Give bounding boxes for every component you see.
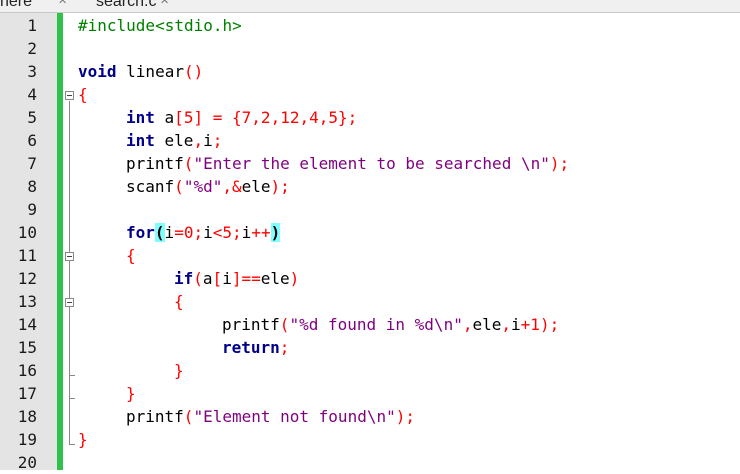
code-line-6[interactable]: int ele,i; — [126, 129, 222, 152]
code-line-15[interactable]: return; — [222, 336, 289, 359]
line-number: 10 — [17, 223, 37, 242]
line-number: 14 — [17, 315, 37, 334]
line-number: 11 — [17, 246, 37, 265]
code-line-8[interactable]: scanf("%d",&ele); — [126, 175, 290, 198]
line-number: 8 — [27, 177, 37, 196]
code-line-14[interactable]: printf("%d found in %d\n",ele,i+1); — [222, 313, 559, 336]
code-line-12[interactable]: if(a[i]==ele) — [174, 267, 299, 290]
change-history-bar — [57, 13, 63, 470]
fold-toggle-icon[interactable] — [65, 252, 74, 261]
matched-paren: ( — [154, 223, 165, 242]
code-line-18[interactable]: printf("Element not found\n"); — [126, 405, 415, 428]
line-number: 5 — [27, 108, 37, 127]
tab-here[interactable]: nere — [0, 0, 32, 11]
tab-strip: nere ✕ searcn.c ✕ — [0, 0, 740, 13]
line-number: 12 — [17, 269, 37, 288]
line-number: 13 — [17, 292, 37, 311]
code-line-17[interactable]: } — [126, 382, 136, 405]
line-number: 3 — [27, 62, 37, 81]
line-number: 17 — [17, 384, 37, 403]
fold-end-marker — [69, 375, 75, 376]
line-number: 18 — [17, 407, 37, 426]
code-line-16[interactable]: } — [174, 359, 184, 382]
code-line-5[interactable]: int a[5] = {7,2,12,4,5}; — [126, 106, 357, 129]
fold-end-marker — [69, 398, 75, 399]
close-icon[interactable]: ✕ — [58, 0, 67, 7]
line-number: 2 — [27, 39, 37, 58]
fold-end-marker — [69, 444, 75, 445]
line-number: 6 — [27, 131, 37, 150]
line-number: 9 — [27, 200, 37, 219]
matched-paren: ) — [270, 223, 281, 242]
code-line-3[interactable]: void linear() — [78, 60, 203, 83]
tab-search-c[interactable]: searcn.c — [96, 0, 156, 11]
line-number: 20 — [17, 453, 37, 472]
fold-toggle-icon[interactable] — [65, 91, 74, 100]
code-line-19[interactable]: } — [78, 428, 88, 451]
code-line-13[interactable]: { — [174, 290, 184, 313]
code-line-11[interactable]: { — [126, 244, 136, 267]
line-number: 19 — [17, 430, 37, 449]
line-number: 7 — [27, 154, 37, 173]
line-number: 4 — [27, 85, 37, 104]
line-number: 1 — [27, 16, 37, 35]
code-line-7[interactable]: printf("Enter the element to be searched… — [126, 152, 569, 175]
fold-line — [69, 308, 70, 375]
close-icon[interactable]: ✕ — [160, 0, 169, 7]
fold-toggle-icon[interactable] — [65, 298, 74, 307]
code-line-4[interactable]: { — [78, 83, 88, 106]
line-number: 16 — [17, 361, 37, 380]
line-number: 15 — [17, 338, 37, 357]
code-line-1[interactable]: #include<stdio.h> — [78, 14, 242, 37]
code-line-10[interactable]: for(i=0;i<5;i++) — [126, 221, 281, 244]
